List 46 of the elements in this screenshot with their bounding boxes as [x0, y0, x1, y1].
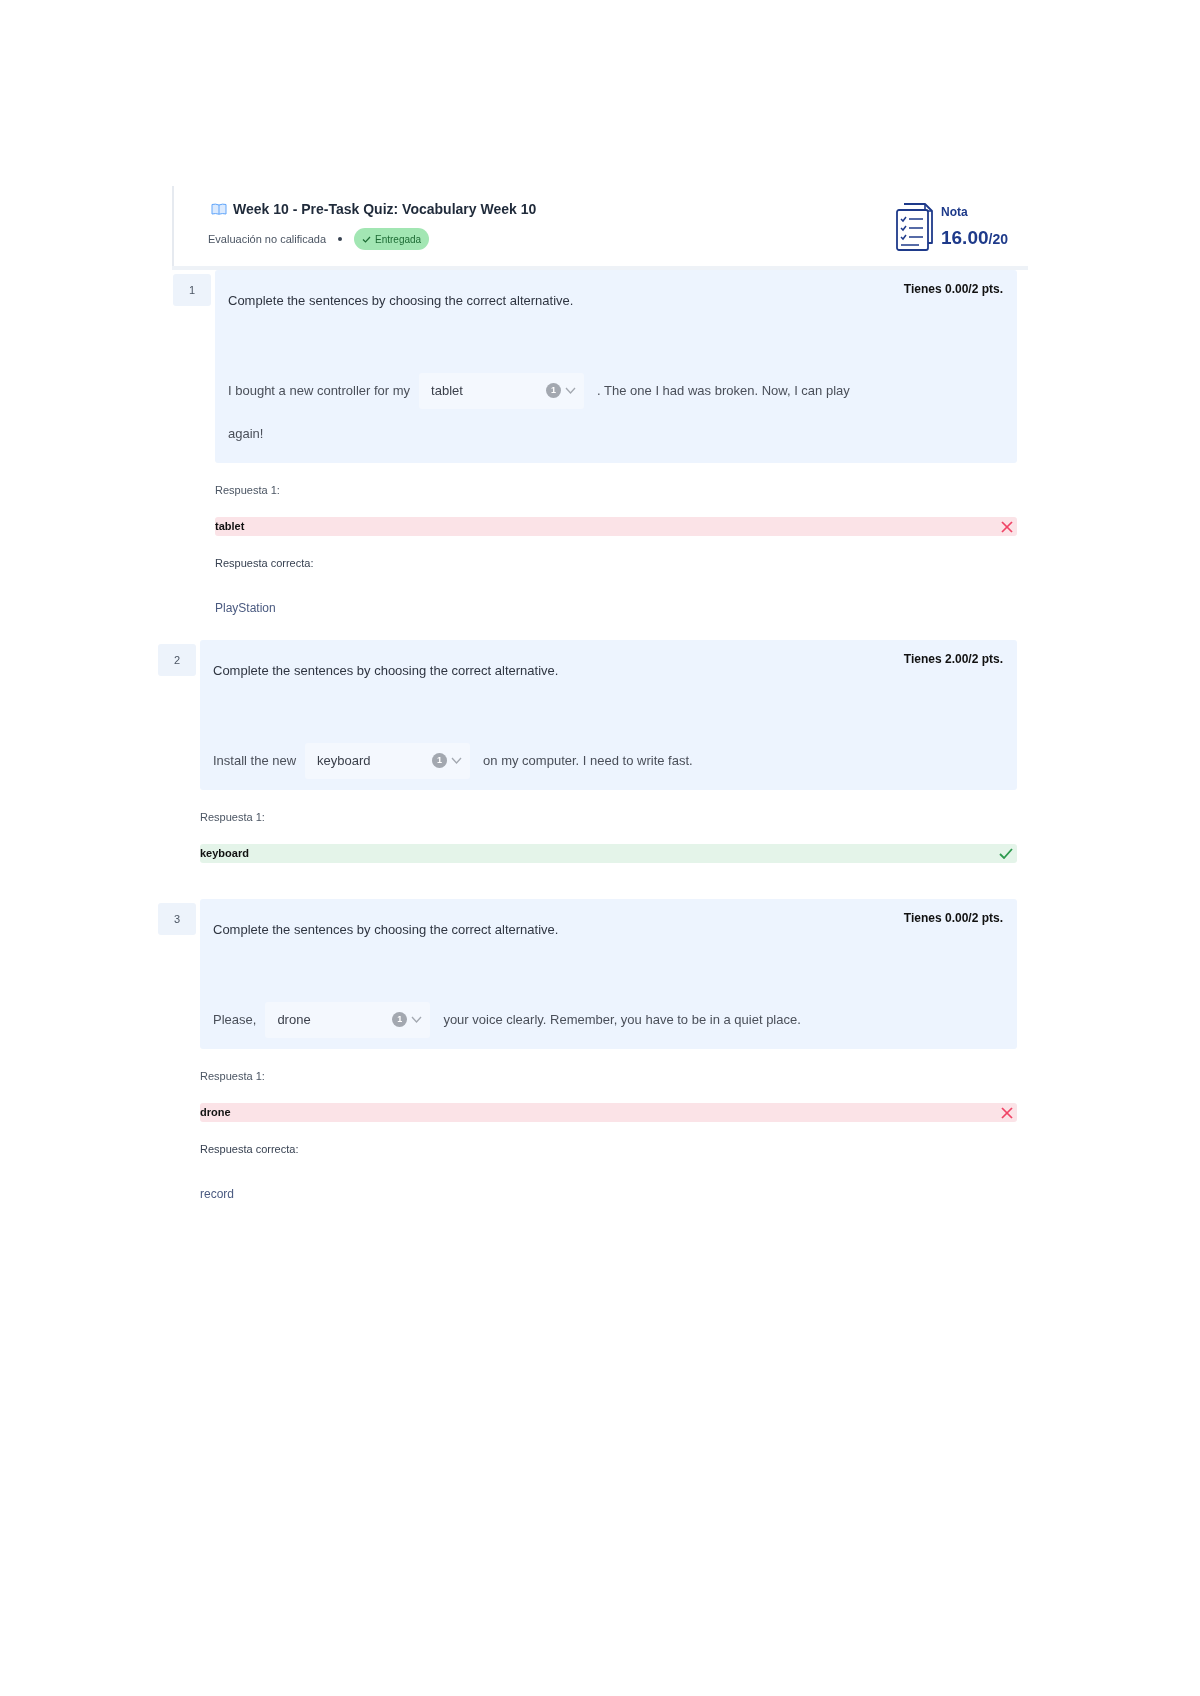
response-value: keyboard	[200, 846, 249, 862]
quiz-title: Week 10 - Pre-Task Quiz: Vocabulary Week 10	[233, 200, 537, 218]
answer-dropdown[interactable]: keyboard 1	[305, 742, 471, 779]
response-label: Respuesta 1:	[200, 810, 266, 825]
question-number: 1	[173, 274, 211, 306]
response-value: tablet	[215, 519, 245, 535]
question-instruction: Complete the sentences by choosing the correct alternative.	[228, 292, 574, 310]
chevron-down-icon	[565, 387, 577, 394]
checklist-document-icon	[895, 203, 934, 251]
answer-number-badge: 1	[546, 383, 562, 398]
points-score: Tienes 2.00/2 pts.	[903, 651, 1003, 668]
question-instruction: Complete the sentences by choosing the correct alternative.	[213, 662, 559, 680]
correct-answer-label: Respuesta correcta:	[200, 1142, 300, 1157]
points-score: Tienes 0.00/2 pts.	[903, 910, 1003, 927]
sentence-text: your voice clearly. Remember, you have to be in a quiet place.	[443, 1010, 801, 1029]
x-icon	[1001, 520, 1013, 533]
submitted-label: Entregada	[375, 232, 422, 247]
answer-dropdown[interactable]: tablet 1	[419, 372, 585, 409]
sentence-text: on my computer. I need to write fast.	[483, 751, 693, 770]
grade-label: Nota	[941, 203, 969, 220]
response-label: Respuesta 1:	[215, 483, 281, 498]
sentence-text: Install the new	[213, 751, 297, 770]
correct-answer-text: record	[200, 1186, 235, 1202]
answer-number-badge: 1	[432, 753, 448, 768]
check-icon	[999, 848, 1013, 859]
grading-status: Evaluación no calificada	[208, 231, 327, 247]
response-value: drone	[200, 1105, 231, 1121]
response-label: Respuesta 1:	[200, 1069, 266, 1084]
check-icon	[362, 235, 372, 243]
book-icon	[211, 203, 227, 215]
correct-answer-label: Respuesta correcta:	[215, 556, 315, 571]
sentence-text: again!	[228, 424, 264, 443]
answer-dropdown[interactable]: drone 1	[265, 1001, 431, 1038]
correct-answer-text: PlayStation	[215, 600, 277, 616]
sentence-text: . The one I had was broken. Now, I can play	[597, 381, 850, 400]
question-number: 3	[158, 903, 196, 935]
sentence-text: I bought a new controller for my	[228, 381, 411, 400]
grade-value: 16.00/20	[941, 225, 1008, 250]
points-score: Tienes 0.00/2 pts.	[903, 281, 1003, 298]
answer-number-badge: 1	[392, 1012, 408, 1027]
chevron-down-icon	[451, 757, 463, 764]
question-number: 2	[158, 644, 196, 676]
sentence-text: Please,	[213, 1010, 257, 1029]
x-icon	[1001, 1106, 1013, 1119]
question-instruction: Complete the sentences by choosing the correct alternative.	[213, 921, 559, 939]
chevron-down-icon	[411, 1016, 423, 1023]
